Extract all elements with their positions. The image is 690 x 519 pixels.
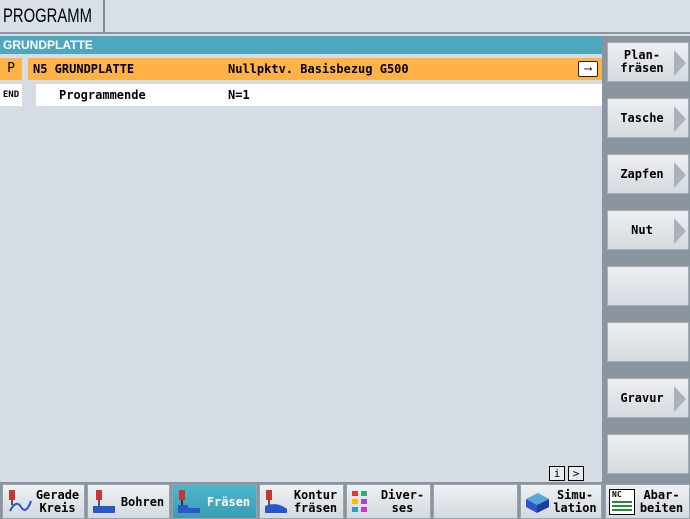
vertical-softkey-bar: Plan- fräsen Tasche Zapfen Nut Gravur — [602, 36, 690, 519]
row-block: N5 GRUNDPLATTE — [33, 62, 135, 76]
title-box: PROGRAMM — [0, 0, 105, 34]
app-title: PROGRAMM — [3, 6, 92, 27]
softkey-fraesen[interactable]: Fräsen — [172, 484, 257, 519]
nc-execute-icon: NC — [609, 489, 635, 515]
softkey-empty-6[interactable] — [607, 322, 689, 362]
program-panel: GRUNDPLATTE P N5 GRUNDPLATTE Nullpktv. B… — [0, 36, 602, 466]
softkey-kontur-fraesen[interactable]: Kontur fräsen — [259, 484, 344, 519]
info-icon[interactable]: i — [549, 466, 565, 481]
line-circle-icon — [9, 490, 32, 512]
softkey-diverses[interactable]: Diver- ses — [346, 484, 431, 519]
misc-icon — [352, 491, 367, 512]
softkey-bohren[interactable]: Bohren — [87, 484, 170, 519]
program-row[interactable]: END Programmende N=1 — [0, 84, 602, 106]
softkey-tasche[interactable]: Tasche — [607, 98, 689, 138]
next-icon[interactable]: > — [568, 466, 584, 481]
softkey-label: Bohren — [120, 495, 165, 509]
softkey-label: Abar- beiten — [639, 488, 684, 515]
chevron-right-icon — [674, 162, 686, 188]
nc-icon-label: NC — [612, 490, 622, 499]
row-body[interactable]: Programmende N=1 — [36, 84, 602, 106]
softkey-label: Simu- lation — [553, 488, 597, 515]
softkey-gerade-kreis[interactable]: Gerade Kreis — [2, 484, 85, 519]
softkey-label: Plan- fräsen — [620, 48, 664, 75]
softkey-label: Gravur — [620, 390, 664, 405]
simulation-icon — [526, 493, 549, 513]
softkey-empty-8[interactable] — [607, 434, 689, 474]
row-detail: N=1 — [228, 88, 250, 102]
softkey-label: Tasche — [620, 110, 664, 125]
header-bar: PROGRAMM — [0, 0, 690, 34]
softkey-simulation[interactable]: Simu- lation — [520, 484, 602, 519]
softkey-empty-5[interactable] — [607, 266, 689, 306]
softkey-gravur[interactable]: Gravur — [607, 378, 689, 418]
softkey-label: Kontur fräsen — [293, 488, 338, 515]
softkey-zapfen[interactable]: Zapfen — [607, 154, 689, 194]
chevron-right-icon — [674, 218, 686, 244]
softkey-nut[interactable]: Nut — [607, 210, 689, 250]
softkey-empty[interactable] — [433, 484, 518, 519]
softkey-label: Nut — [631, 222, 653, 237]
chevron-right-icon — [674, 50, 686, 76]
horizontal-softkey-bar: Gerade Kreis Bohren Fräsen Kontur fräsen — [0, 482, 602, 519]
softkey-label: Zapfen — [620, 166, 664, 181]
program-row[interactable]: P N5 GRUNDPLATTE Nullpktv. Basisbezug G5… — [0, 58, 602, 80]
chevron-right-icon — [674, 106, 686, 132]
row-body[interactable]: N5 GRUNDPLATTE Nullpktv. Basisbezug G500… — [28, 58, 602, 80]
row-detail: Nullpktv. Basisbezug G500 — [228, 62, 409, 76]
row-tag: END — [0, 84, 22, 106]
softkey-abarbeiten[interactable]: NC Abar- beiten — [605, 484, 690, 519]
row-tag: P — [0, 58, 22, 80]
chevron-right-icon — [674, 386, 686, 412]
drill-icon — [93, 490, 115, 513]
panel-title: GRUNDPLATTE — [0, 36, 602, 54]
softkey-label: Fräsen — [206, 495, 251, 509]
softkey-planfraesen[interactable]: Plan- fräsen — [607, 42, 689, 82]
mill-icon — [178, 490, 200, 513]
arrow-right-icon[interactable]: ⟶ — [578, 61, 598, 77]
softkey-label: Diver- ses — [380, 488, 425, 515]
contour-mill-icon — [265, 490, 287, 513]
row-block: Programmende — [59, 88, 146, 102]
softkey-label: Gerade Kreis — [35, 488, 80, 515]
